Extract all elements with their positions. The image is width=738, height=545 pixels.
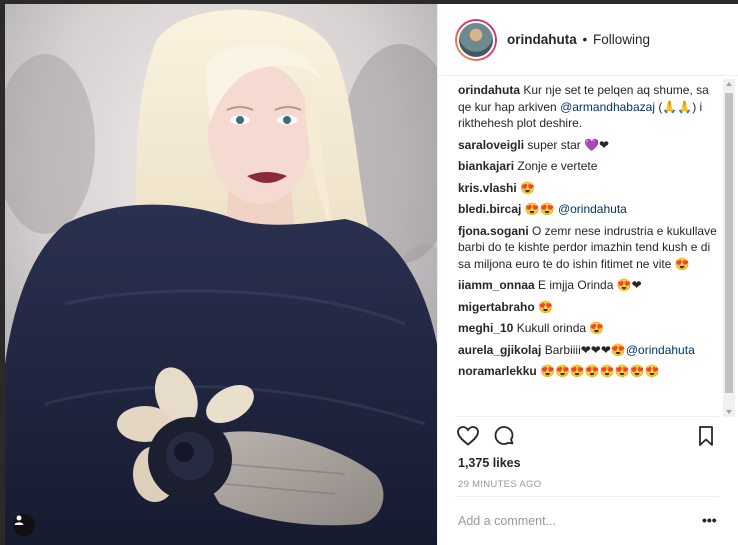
header-separator: • — [582, 32, 588, 47]
comment-text: 😍 — [520, 180, 536, 195]
following-button[interactable]: Following — [593, 32, 650, 47]
comment-username[interactable]: fjona.sogani — [458, 224, 529, 238]
comment-text: 😍😍😍😍😍😍😍😍 — [540, 364, 660, 378]
bookmark-icon[interactable] — [694, 424, 720, 450]
comment-text: 😍 — [538, 299, 553, 314]
comment-item: fjona.sogani O zemr nese indrustria e ku… — [458, 223, 720, 273]
comment-username[interactable]: noramarlekku — [458, 364, 537, 378]
comment-username[interactable]: aurela_gjikolaj — [458, 343, 541, 357]
post-header: orindahuta • Following — [438, 4, 738, 76]
comment-username[interactable]: migertabraho — [458, 300, 535, 314]
comment-item: kris.vlashi 😍 — [458, 180, 720, 197]
comments-list[interactable]: orindahuta Kur nje set te pelqen aq shum… — [458, 82, 720, 414]
caption-mention[interactable]: @armandhabazaj — [560, 100, 655, 114]
more-options-button[interactable]: ••• — [702, 512, 717, 528]
comment-text: E imjja Orinda 😍❤ — [538, 278, 642, 292]
comment-mention[interactable]: @orindahuta — [626, 343, 695, 357]
instagram-post-modal: orindahuta • Following orindahuta Kur nj… — [0, 0, 738, 545]
header-text: orindahuta • Following — [507, 32, 650, 47]
comment-bubble-icon[interactable] — [492, 424, 518, 450]
comment-mention[interactable]: @orindahuta — [558, 202, 627, 216]
comment-item: biankajari Zonje e vertete — [458, 158, 720, 175]
comment-username[interactable]: iiamm_onnaa — [458, 278, 535, 292]
comment-text: Zonje e vertete — [517, 159, 598, 173]
divider — [455, 496, 719, 497]
post-photo[interactable] — [5, 4, 437, 545]
comment-item: iiamm_onnaa E imjja Orinda 😍❤ — [458, 277, 720, 294]
avatar[interactable] — [457, 20, 495, 59]
comment-text: 😍😍 — [524, 202, 555, 216]
comment-text: Kukull orinda 😍 — [516, 321, 605, 335]
like-count[interactable]: 1,375 likes — [458, 456, 521, 470]
comment-username[interactable]: bledi.bircaj — [458, 202, 521, 216]
comments-scrollbar[interactable] — [723, 79, 735, 417]
comment-username[interactable]: meghi_10 — [458, 321, 513, 335]
comment-item: meghi_10 Kukull orinda 😍 — [458, 320, 720, 337]
caption: orindahuta Kur nje set te pelqen aq shum… — [458, 82, 720, 132]
user-tag-icon[interactable] — [13, 514, 35, 536]
comment-item: saraloveigli super star 💜❤ — [458, 137, 720, 154]
post-timestamp[interactable]: 29 MINUTES AGO — [458, 479, 541, 490]
comment-item: noramarlekku 😍😍😍😍😍😍😍😍 — [458, 363, 720, 380]
comment-username[interactable]: saraloveigli — [458, 138, 524, 152]
header-username[interactable]: orindahuta — [507, 32, 577, 47]
comment-item: bledi.bircaj 😍😍 @orindahuta — [458, 201, 720, 218]
post-details-panel: orindahuta • Following orindahuta Kur nj… — [437, 4, 738, 545]
photo-illustration — [5, 4, 437, 545]
story-ring[interactable] — [455, 18, 497, 61]
comment-item: aurela_gjikolaj Barbiiii❤❤❤😍@orindahuta — [458, 342, 720, 359]
comment-username[interactable]: kris.vlashi — [458, 181, 517, 195]
caption-username[interactable]: orindahuta — [458, 83, 520, 97]
scroll-down-arrow-icon[interactable] — [726, 410, 732, 414]
divider — [455, 416, 719, 417]
comment-text: super star 💜❤ — [527, 137, 610, 152]
action-bar — [456, 424, 718, 450]
scroll-thumb[interactable] — [725, 93, 733, 393]
add-comment-input[interactable] — [458, 514, 688, 528]
comment-username[interactable]: biankajari — [458, 159, 514, 173]
heart-icon[interactable] — [456, 424, 482, 450]
comment-item: migertabraho 😍 — [458, 299, 720, 316]
scroll-up-arrow-icon[interactable] — [726, 82, 732, 86]
comment-text: Barbiiii❤❤❤😍 — [544, 342, 626, 357]
